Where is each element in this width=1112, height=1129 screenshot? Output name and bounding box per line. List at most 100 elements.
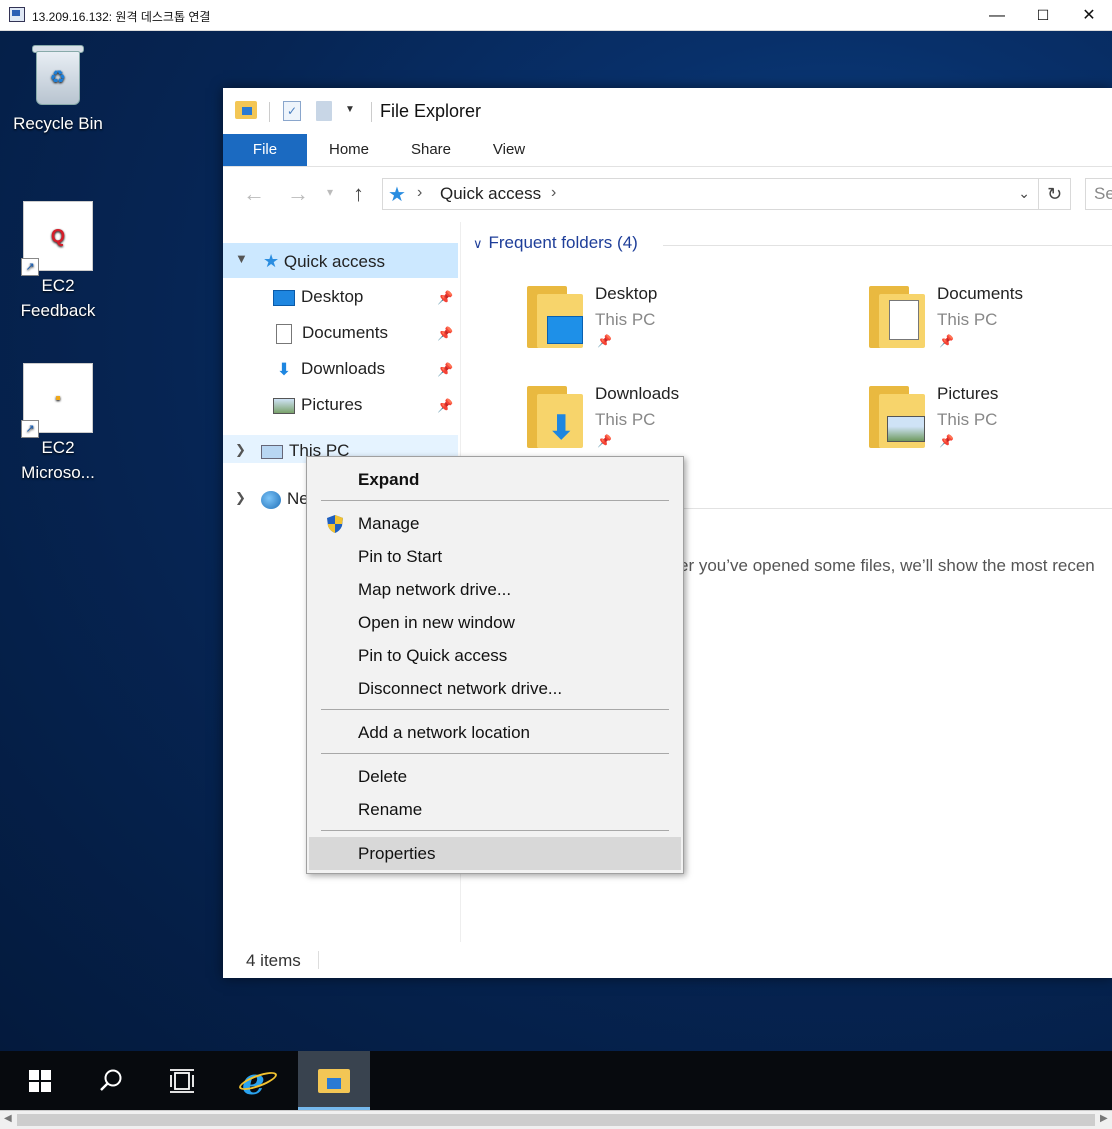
refresh-icon[interactable]: ↻ [1038,179,1070,209]
menu-item-pin-to-quick-access[interactable]: Pin to Quick access [309,639,681,672]
breadcrumb-quick-access[interactable]: Quick access [440,184,541,204]
remote-desktop-icon [9,7,25,22]
chevron-right-icon[interactable]: ❯ [235,490,246,506]
folder-name: Documents [937,284,1023,303]
menu-item-add-network-location[interactable]: Add a network location [309,716,681,749]
pin-icon[interactable]: 📌 [437,398,453,414]
downloads-folder-icon: ⬇ [527,386,583,448]
context-menu: Expand Manage Pin to Start Map network d… [306,456,684,874]
task-view-button[interactable] [146,1051,218,1110]
folder-location: This PC [937,410,998,429]
tab-share[interactable]: Share [397,134,465,166]
scroll-left-icon[interactable]: ◀ [4,1113,12,1124]
star-icon: ★ [263,251,280,271]
nav-item-pictures[interactable]: Pictures [273,390,362,420]
folder-tile-downloads[interactable]: ⬇ Downloads This PC 📌 [527,384,827,464]
menu-item-pin-to-start[interactable]: Pin to Start [309,540,681,573]
chevron-down-icon: ∨ [473,236,483,251]
chevron-down-icon[interactable]: ⌄ [1018,185,1030,202]
menu-item-delete[interactable]: Delete [309,760,681,793]
recycle-bin-icon: ♻ [30,41,86,105]
horizontal-scrollbar[interactable]: ◀ ▶ [0,1110,1112,1129]
new-folder-icon[interactable] [316,101,332,121]
nav-item-desktop[interactable]: Desktop [273,282,363,312]
documents-icon [276,323,292,344]
tab-view[interactable]: View [477,134,541,166]
nav-item-label: Pictures [301,395,363,414]
pin-icon: 📌 [597,334,612,348]
chevron-right-icon[interactable]: › [417,184,422,202]
scroll-right-icon[interactable]: ▶ [1100,1113,1108,1124]
customize-toolbar-icon[interactable]: ▼ [345,104,355,115]
menu-item-map-network-drive[interactable]: Map network drive... [309,573,681,606]
rdp-title-bar: 13.209.16.132: 원격 데스크톱 연결 — ☐ ✕ [0,0,1112,31]
folder-location: This PC [595,310,656,329]
properties-icon[interactable]: ✓ [283,101,301,121]
menu-item-properties[interactable]: Properties [309,837,681,870]
desktop-icon [273,289,295,306]
folder-location: This PC [595,410,656,429]
minimize-button[interactable]: — [974,0,1020,31]
search-button[interactable] [74,1051,146,1110]
search-icon [100,1069,122,1091]
menu-item-disconnect-network-drive[interactable]: Disconnect network drive... [309,672,681,705]
desktop-icon-ec2-feedback[interactable]: Q ↗ EC2 Feedback [8,201,108,323]
pin-icon: 📌 [939,334,954,348]
windows-logo-icon [29,1070,51,1092]
nav-item-label: Downloads [301,359,386,378]
forward-arrow-icon[interactable]: → [287,181,309,207]
rdp-window-title: 13.209.16.132: 원격 데스크톱 연결 [32,10,211,24]
scrollbar-thumb[interactable] [17,1114,1095,1126]
window-title: File Explorer [380,101,482,121]
pin-icon: 📌 [939,434,954,448]
tab-file[interactable]: File [223,134,307,166]
menu-item-rename[interactable]: Rename [309,793,681,826]
ec2-feedback-icon: Q ↗ [21,201,93,276]
desktop-icon-label: EC2 [41,276,75,295]
start-button[interactable] [2,1051,74,1110]
menu-item-open-in-new-window[interactable]: Open in new window [309,606,681,639]
back-arrow-icon[interactable]: ← [243,181,265,207]
chevron-right-icon[interactable]: › [551,184,556,202]
desktop-icon-recycle-bin[interactable]: ♻ Recycle Bin [8,41,108,136]
nav-item-network[interactable]: Ne [261,484,309,514]
tab-home[interactable]: Home [315,134,383,166]
file-explorer-icon [318,1069,350,1093]
menu-item-expand[interactable]: Expand [309,463,681,496]
folder-name: Pictures [937,384,999,403]
folder-tile-pictures[interactable]: Pictures This PC 📌 [869,384,1112,464]
pictures-icon [273,397,295,414]
uac-shield-icon [327,515,343,533]
recent-locations-icon[interactable]: ▾ [327,185,333,199]
item-count: 4 items [246,951,301,970]
pin-icon[interactable]: 📌 [437,326,453,342]
folder-tile-desktop[interactable]: Desktop This PC 📌 [527,284,827,364]
nav-item-downloads[interactable]: ⬇ Downloads [273,354,385,384]
pictures-folder-icon [869,386,925,448]
task-view-icon [170,1069,194,1093]
pin-icon[interactable]: 📌 [437,362,453,378]
folder-name: Desktop [595,284,658,303]
shortcut-arrow-icon: ↗ [21,258,39,276]
desktop-folder-icon [527,286,583,348]
folder-name: Downloads [595,384,680,403]
folder-tile-documents[interactable]: Documents This PC 📌 [869,284,1112,364]
taskbar: e [0,1051,1112,1110]
file-explorer-button[interactable] [298,1051,370,1110]
nav-item-quick-access[interactable]: ★ Quick access [263,246,385,276]
search-input[interactable]: Se [1085,178,1112,210]
internet-explorer-button[interactable]: e [222,1051,294,1110]
up-arrow-icon[interactable]: ↑ [353,181,364,207]
this-pc-icon [261,444,283,459]
frequent-folders-header[interactable]: ∨ Frequent folders (4) [473,233,638,253]
folder-location: This PC [937,310,998,329]
address-bar[interactable]: ★ › Quick access › ⌄ ↻ [382,178,1071,210]
close-button[interactable]: ✕ [1066,0,1112,31]
chevron-down-icon[interactable]: ▼ [235,251,248,266]
maximize-button[interactable]: ☐ [1020,0,1066,31]
desktop-icon-ec2-microsoft[interactable]: ▪ ↗ EC2 Microso... [8,363,108,485]
pin-icon[interactable]: 📌 [437,290,453,306]
menu-item-manage[interactable]: Manage [309,507,681,540]
chevron-right-icon[interactable]: ❯ [235,442,246,458]
nav-item-documents[interactable]: Documents [273,318,388,348]
